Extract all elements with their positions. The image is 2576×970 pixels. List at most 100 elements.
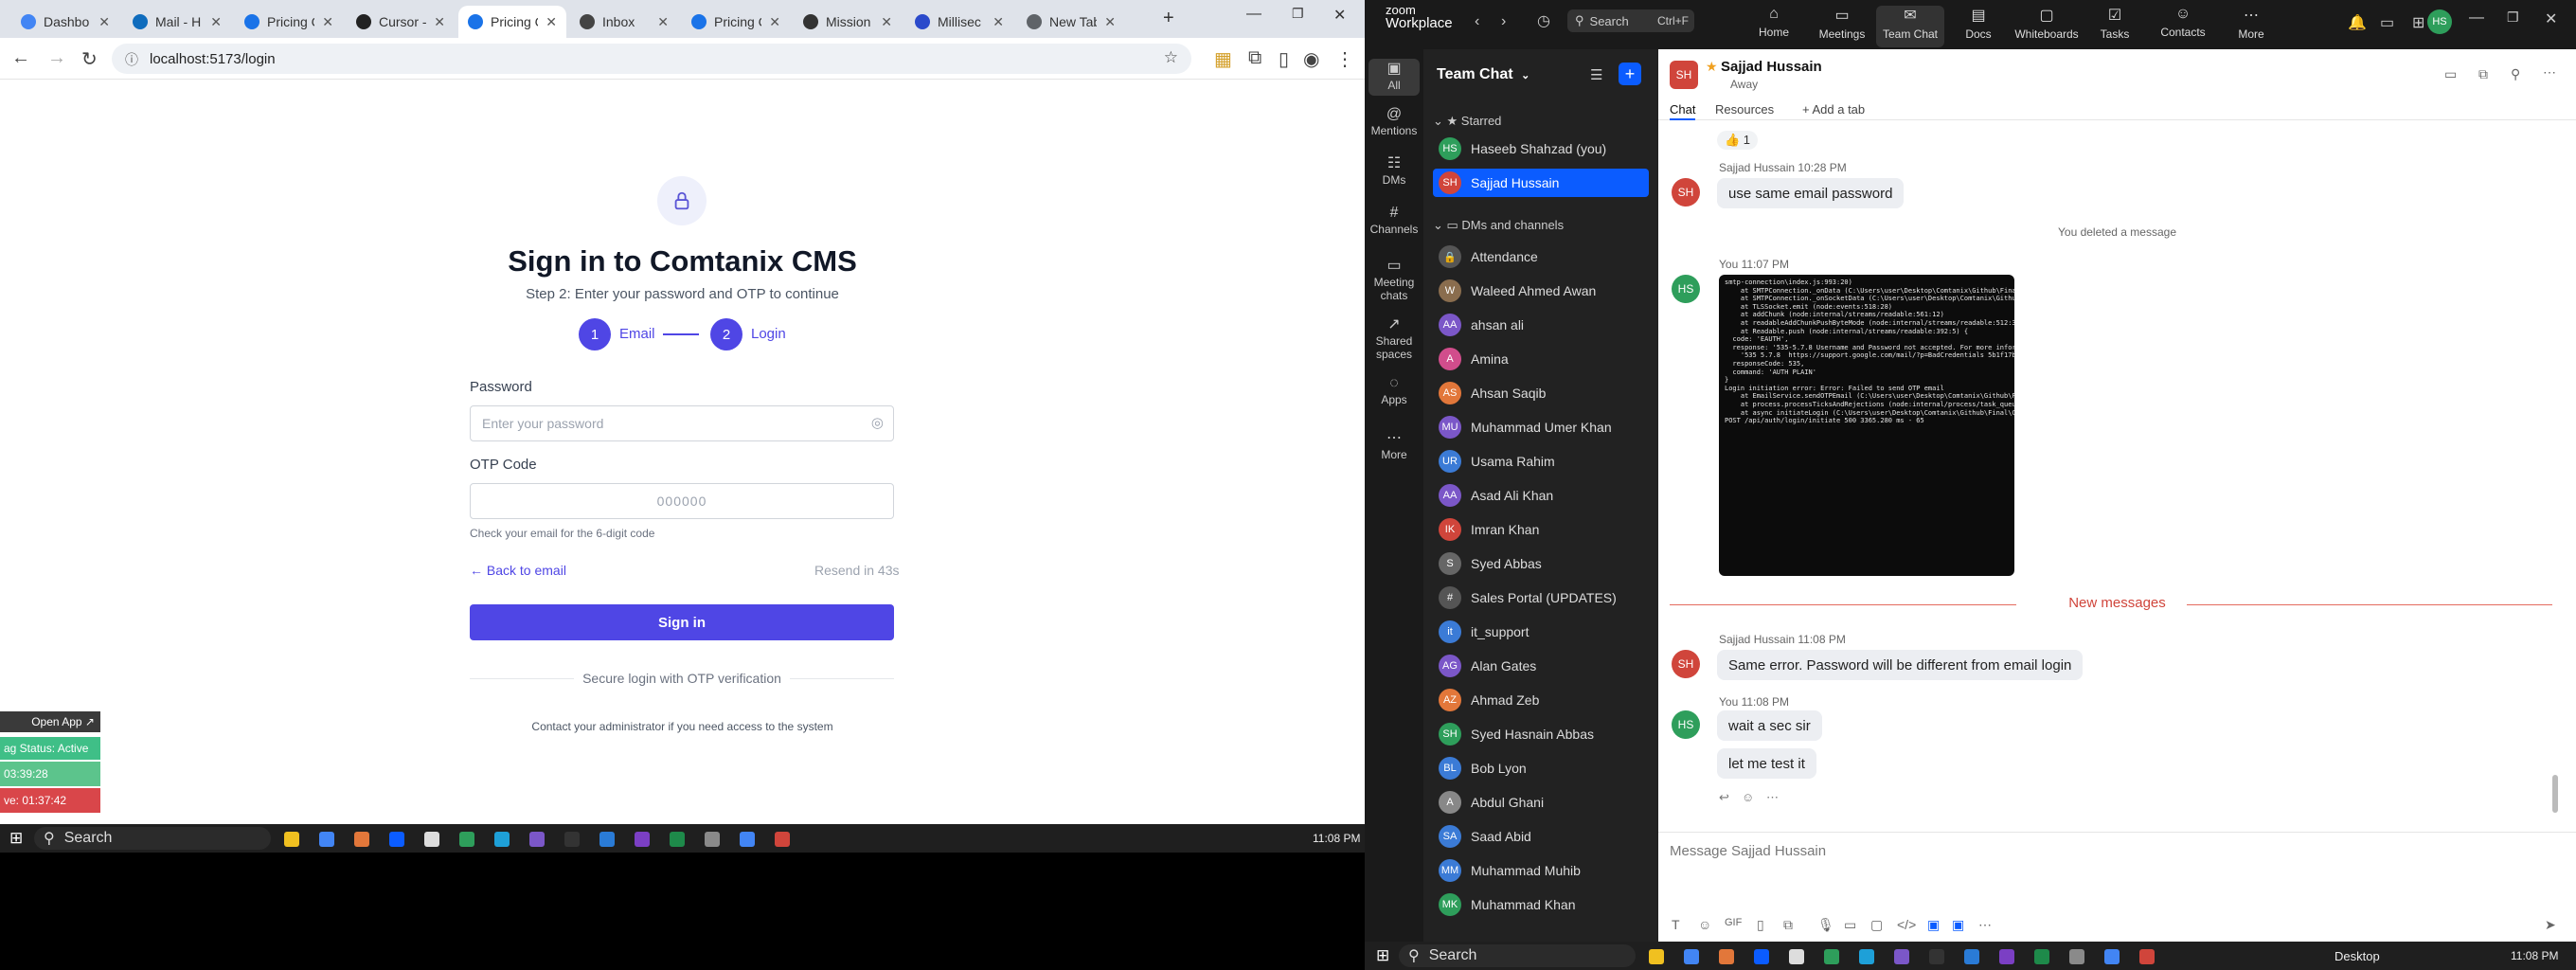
forward-icon[interactable]: › (1501, 13, 1506, 30)
chat-contact-name[interactable]: Sajjad Hussain (1721, 59, 1822, 75)
message-bubble[interactable]: use same email password (1717, 178, 1905, 208)
video-call-icon[interactable]: ▭ (2444, 66, 2457, 82)
sidebar-contact[interactable]: AA ahsan ali (1433, 311, 1649, 339)
otp-input[interactable]: 000000 (470, 483, 894, 519)
taskbar-app-icon[interactable] (319, 832, 334, 847)
eye-icon[interactable]: ◎ (871, 414, 884, 431)
screen-share-icon[interactable]: ▢ (1870, 917, 1883, 933)
nav-team-chat[interactable]: ✉ Team Chat (1876, 6, 1944, 47)
taskbar-app-icon[interactable] (1789, 949, 1804, 964)
search-icon[interactable]: ⚲ (2511, 66, 2520, 82)
taskbar-app-icon[interactable] (1859, 949, 1874, 964)
app-icon-blue[interactable]: ▣ (1927, 917, 1940, 933)
nav-whiteboards[interactable]: ▢ Whiteboards (2012, 6, 2081, 41)
rail-all[interactable]: ▣ All (1368, 59, 1420, 96)
browser-tab[interactable]: Mission ✕ (794, 6, 902, 38)
new-tab-button[interactable]: + (1163, 8, 1174, 29)
taskbar-app-icon[interactable] (775, 832, 790, 847)
sidebar-contact[interactable]: UR Usama Rahim (1433, 447, 1649, 476)
taskbar-app-icon[interactable] (1719, 949, 1734, 964)
close-tab-icon[interactable]: ✕ (322, 14, 333, 30)
taskbar-app-icon[interactable] (1929, 949, 1944, 964)
sidebar-contact[interactable]: W Waleed Ahmed Awan (1433, 277, 1649, 305)
sidebar-contact[interactable]: SA Saad Abid (1433, 822, 1649, 851)
taskbar-app-icon[interactable] (1684, 949, 1699, 964)
nav-more[interactable]: ⋯ More (2217, 6, 2285, 41)
tab-resources[interactable]: Resources (1715, 102, 1774, 117)
rail-meeting-chats[interactable]: ▭ Meeting chats (1365, 259, 1423, 303)
windows-start-icon[interactable]: ⊞ (1376, 946, 1389, 965)
maximize-icon[interactable]: ❐ (1292, 6, 1304, 22)
gif-icon[interactable]: GIF (1725, 917, 1742, 928)
nav-tasks[interactable]: ☑ Tasks (2081, 6, 2149, 41)
taskbar-app-icon[interactable] (529, 832, 545, 847)
sidebar-contact[interactable]: AA Asad Ali Khan (1433, 481, 1649, 510)
browser-tab[interactable]: Pricing C ✕ (235, 6, 343, 38)
app-icon-blue-2[interactable]: ▣ (1952, 917, 1964, 933)
close-window-icon[interactable]: ✕ (1333, 6, 1346, 25)
taskbar-search-left[interactable]: ⚲ Search (34, 827, 271, 850)
taskbar-app-icon[interactable] (1964, 949, 1979, 964)
bookmark-star-icon[interactable]: ☆ (1164, 48, 1178, 67)
taskbar-app-icon[interactable] (564, 832, 580, 847)
sidebar-contact[interactable]: S Syed Abbas (1433, 549, 1649, 578)
close-tab-icon[interactable]: ✕ (769, 14, 780, 30)
back-icon[interactable]: ← (11, 47, 30, 69)
emoji-icon[interactable]: ☺ (1742, 790, 1754, 804)
browser-tab[interactable]: New Tab ✕ (1017, 6, 1125, 38)
sidebar-contact[interactable]: SH Syed Hasnain Abbas (1433, 720, 1649, 748)
video-icon[interactable]: ▭ (1844, 917, 1856, 933)
share-icon[interactable]: ⧉ (2478, 66, 2488, 82)
sidebar-contact[interactable]: it it_support (1433, 618, 1649, 646)
close-tab-icon[interactable]: ✕ (993, 14, 1004, 30)
password-input[interactable]: Enter your password ◎ (470, 405, 894, 441)
message-bubble[interactable]: let me test it (1717, 748, 1816, 779)
user-avatar[interactable]: HS (2427, 9, 2452, 34)
rail-shared-spaces[interactable]: ↗ Shared spaces (1365, 317, 1423, 362)
send-icon[interactable]: ➤ (2545, 917, 2556, 933)
sidebar-contact[interactable]: A Amina (1433, 345, 1649, 373)
close-tab-icon[interactable]: ✕ (98, 14, 110, 30)
sidebar-contact[interactable]: IK Imran Khan (1433, 515, 1649, 544)
taskbar-app-icon[interactable] (354, 832, 369, 847)
taskbar-app-icon[interactable] (1649, 949, 1664, 964)
emoji-icon[interactable]: ☺ (1698, 917, 1711, 932)
close-tab-icon[interactable]: ✕ (657, 14, 669, 30)
back-to-email-link[interactable]: ← Back to email (470, 563, 566, 578)
browser-tab[interactable]: Inbox ✕ (570, 6, 678, 38)
taskbar-search-right[interactable]: ⚲ Search (1399, 944, 1636, 967)
sign-in-button[interactable]: Sign in (470, 604, 894, 640)
taskbar-app-icon[interactable] (705, 832, 720, 847)
sidebar-contact[interactable]: AZ Ahmad Zeb (1433, 686, 1649, 714)
browser-tab[interactable]: Mail - H ✕ (123, 6, 231, 38)
menu-icon[interactable]: ⋮ (1335, 47, 1354, 71)
rail-more[interactable]: ⋯ More (1365, 431, 1423, 462)
extensions-grid-icon[interactable]: ▦ (1214, 47, 1232, 71)
taskbar-app-icon[interactable] (670, 832, 685, 847)
split-view-icon[interactable]: ▯ (1279, 47, 1289, 71)
format-icon[interactable]: T (1672, 917, 1680, 932)
tab-add[interactable]: + Add a tab (1802, 102, 1865, 117)
terminal-screenshot-image[interactable]: smtp-connection\index.js:993:20) at SMTP… (1719, 275, 2014, 576)
sidebar-contact[interactable]: MM Muhammad Muhib (1433, 856, 1649, 885)
starred-section-header[interactable]: ⌄ ★ Starred (1433, 114, 1501, 129)
message-composer-input[interactable]: Message Sajjad Hussain (1658, 834, 2576, 909)
taskbar-app-icon[interactable] (1824, 949, 1839, 964)
taskbar-app-icon[interactable] (284, 832, 299, 847)
mic-icon[interactable]: 🎙 (1817, 917, 1834, 933)
more-icon[interactable]: ⋯ (1978, 917, 1992, 933)
filter-icon[interactable]: ☰ (1590, 66, 1602, 83)
more-icon[interactable]: ⋯ (1766, 790, 1779, 805)
sidebar-contact[interactable]: BL Bob Lyon (1433, 754, 1649, 782)
nav-contacts[interactable]: ☺ Contacts (2149, 6, 2217, 39)
nav-meetings[interactable]: ▭ Meetings (1808, 6, 1876, 41)
rail-mentions[interactable]: @ Mentions (1365, 107, 1423, 138)
apps-icon[interactable]: ⊞ (2412, 13, 2424, 32)
taskbar-app-icon[interactable] (2069, 949, 2084, 964)
sidebar-contact[interactable]: SH Sajjad Hussain (1433, 169, 1649, 197)
browser-tab[interactable]: Pricing C ✕ (682, 6, 790, 38)
sidebar-contact[interactable]: # Sales Portal (UPDATES) (1433, 584, 1649, 612)
taskbar-app-icon[interactable] (740, 832, 755, 847)
maximize-icon[interactable]: ❐ (2507, 9, 2519, 26)
sidebar-contact[interactable]: MK Muhammad Khan (1433, 890, 1649, 919)
